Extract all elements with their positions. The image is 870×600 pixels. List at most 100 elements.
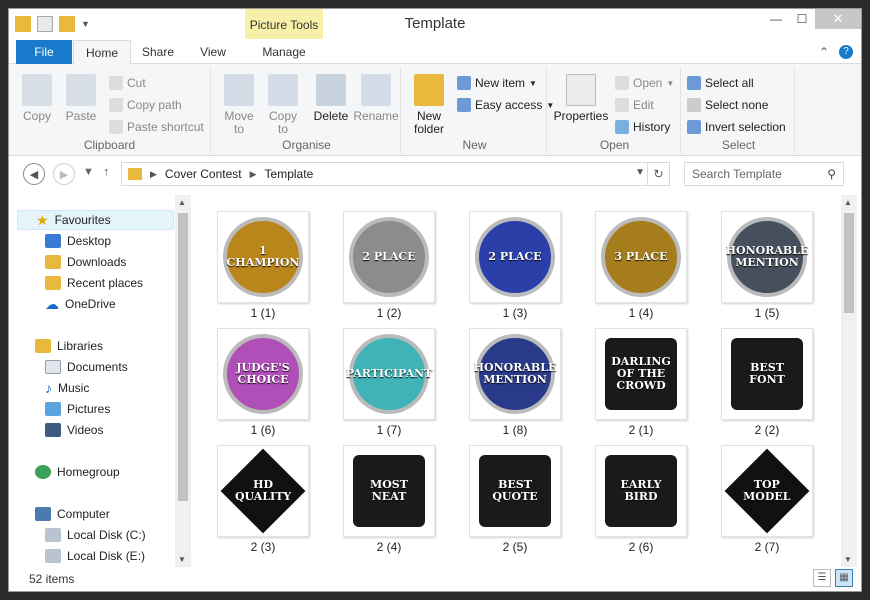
help-icon[interactable]: ? — [839, 45, 853, 59]
forward-button[interactable]: ▶ — [53, 163, 75, 185]
nav-homegroup[interactable]: Homegroup — [35, 462, 120, 482]
breadcrumb-cover-contest[interactable]: Cover Contest — [165, 167, 242, 181]
new-item-icon — [457, 76, 471, 90]
properties-icon — [566, 74, 596, 106]
scroll-up-icon[interactable]: ▲ — [178, 198, 186, 207]
invert-selection-button[interactable]: Invert selection — [687, 120, 786, 134]
scrollbar-thumb[interactable] — [844, 213, 854, 313]
details-view-icon[interactable]: ☰ — [813, 569, 831, 587]
file-tile[interactable]: DARLING OF THE CROWD 2 (1) — [591, 328, 691, 437]
move-to-button[interactable]: Move to — [219, 74, 259, 136]
scroll-up-icon[interactable]: ▲ — [844, 198, 852, 207]
tab-home[interactable]: Home — [73, 40, 131, 65]
file-tile[interactable]: HONORABLE MENTION 1 (5) — [717, 211, 817, 320]
file-thumbnail: BEST FONT — [721, 328, 813, 420]
file-tile[interactable]: HD QUALITY 2 (3) — [213, 445, 313, 554]
minimize-icon[interactable]: — — [763, 9, 789, 29]
move-to-icon — [224, 74, 254, 106]
file-tile[interactable]: 2 PLACE 1 (3) — [465, 211, 565, 320]
nav-local-disk-c[interactable]: Local Disk (C:) — [45, 525, 146, 545]
paste-icon — [66, 74, 96, 106]
file-tile[interactable]: PARTICIPANT 1 (7) — [339, 328, 439, 437]
refresh-icon[interactable]: ↻ — [647, 163, 669, 185]
copy-to-button[interactable]: Copy to — [263, 74, 303, 136]
paste-button[interactable]: Paste — [63, 74, 99, 123]
nav-onedrive[interactable]: ☁ OneDrive — [45, 294, 116, 314]
copy-button[interactable]: Copy — [19, 74, 55, 123]
paste-shortcut-button[interactable]: Paste shortcut — [109, 120, 204, 134]
close-icon[interactable]: ✕ — [815, 9, 861, 29]
file-tile[interactable]: BEST QUOTE 2 (5) — [465, 445, 565, 554]
properties-button[interactable]: Properties — [553, 74, 609, 123]
back-button[interactable]: ◀ — [23, 163, 45, 185]
chevron-down-icon[interactable]: ▼ — [635, 167, 645, 178]
history-button[interactable]: History — [615, 120, 670, 134]
folder-icon — [414, 74, 444, 106]
file-tile[interactable]: EARLY BIRD 2 (6) — [591, 445, 691, 554]
up-arrow-icon[interactable]: ↑ — [103, 164, 110, 179]
nav-libraries[interactable]: Libraries — [35, 336, 103, 356]
rename-button[interactable]: Rename — [353, 74, 399, 123]
copy-path-icon — [109, 98, 123, 112]
tab-manage[interactable]: Manage — [249, 40, 319, 64]
scroll-down-icon[interactable]: ▼ — [844, 555, 852, 564]
nav-computer[interactable]: Computer — [35, 504, 110, 524]
file-thumbnail: 3 PLACE — [595, 211, 687, 303]
tab-view[interactable]: View — [187, 40, 239, 64]
file-tile[interactable]: BEST FONT 2 (2) — [717, 328, 817, 437]
file-tile[interactable]: MOST NEAT 2 (4) — [339, 445, 439, 554]
history-icon — [615, 120, 629, 134]
search-input[interactable]: Search Template ⚲ — [684, 162, 844, 186]
file-tile[interactable]: 2 PLACE 1 (2) — [339, 211, 439, 320]
nav-local-disk-e[interactable]: Local Disk (E:) — [45, 546, 145, 566]
libraries-icon — [35, 339, 51, 353]
copy-path-button[interactable]: Copy path — [109, 98, 182, 112]
badge-text: DARLING OF THE CROWD — [611, 355, 671, 392]
file-thumbnail: 2 PLACE — [343, 211, 435, 303]
nav-documents[interactable]: Documents — [45, 357, 128, 377]
tab-share[interactable]: Share — [133, 40, 183, 64]
address-bar[interactable]: ▶ Cover Contest ▶ Template ▼ ↻ — [121, 162, 670, 186]
file-tile[interactable]: 1 CHAMPION 1 (1) — [213, 211, 313, 320]
nav-recent-places[interactable]: Recent places — [45, 273, 143, 293]
content-scrollbar[interactable]: ▲ ▼ — [841, 195, 857, 567]
breadcrumb-separator-icon[interactable]: ▶ — [150, 169, 157, 180]
file-tile[interactable]: JUDGE'S CHOICE 1 (6) — [213, 328, 313, 437]
copy-icon — [22, 74, 52, 106]
select-none-button[interactable]: Select none — [687, 98, 768, 112]
open-button[interactable]: Open ▼ — [615, 76, 674, 90]
file-name: 2 (5) — [502, 540, 528, 554]
collapse-ribbon-icon[interactable]: ⌃ — [819, 45, 829, 59]
large-icons-view-icon[interactable]: ▦ — [835, 569, 853, 587]
nav-downloads[interactable]: Downloads — [45, 252, 126, 272]
scroll-down-icon[interactable]: ▼ — [178, 555, 186, 564]
edit-button[interactable]: Edit — [615, 98, 654, 112]
badge-image: 2 PLACE — [475, 217, 555, 297]
nav-desktop[interactable]: Desktop — [45, 231, 111, 251]
file-name: 2 (7) — [754, 540, 780, 554]
file-tile[interactable]: 3 PLACE 1 (4) — [591, 211, 691, 320]
file-tile[interactable]: TOP MODEL 2 (7) — [717, 445, 817, 554]
nav-videos[interactable]: Videos — [45, 420, 103, 440]
tab-file[interactable]: File — [16, 40, 72, 64]
badge-text: 2 PLACE — [488, 250, 542, 263]
new-folder-button[interactable]: New folder — [409, 74, 449, 136]
file-tile[interactable]: HONORABLE MENTION 1 (8) — [465, 328, 565, 437]
maximize-icon[interactable]: ☐ — [789, 9, 815, 29]
select-all-button[interactable]: Select all — [687, 76, 754, 90]
easy-access-button[interactable]: Easy access ▼ — [457, 98, 554, 112]
cloud-icon: ☁ — [45, 295, 59, 312]
breadcrumb-separator-icon[interactable]: ▶ — [250, 169, 257, 180]
nav-favourites[interactable]: ★ Favourites — [17, 210, 174, 230]
scrollbar-thumb[interactable] — [178, 213, 188, 501]
breadcrumb-template[interactable]: Template — [265, 167, 314, 181]
file-name: 1 (6) — [250, 423, 276, 437]
nav-music[interactable]: ♪ Music — [45, 378, 89, 398]
delete-button[interactable]: Delete — [313, 74, 349, 123]
nav-pictures[interactable]: Pictures — [45, 399, 110, 419]
new-item-button[interactable]: New item ▼ — [457, 76, 537, 90]
nav-scrollbar[interactable]: ▲ ▼ — [175, 195, 191, 567]
cut-button[interactable]: Cut — [109, 76, 146, 90]
file-thumbnail: JUDGE'S CHOICE — [217, 328, 309, 420]
recent-locations-icon[interactable]: ▼ — [83, 166, 94, 178]
